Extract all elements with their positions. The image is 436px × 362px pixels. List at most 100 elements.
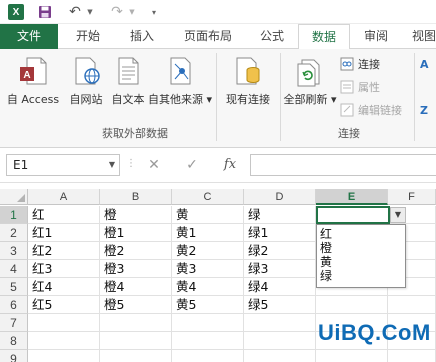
tab-formulas[interactable]: 公式 — [248, 24, 296, 49]
refresh-all-label: 全部刷新 ▾ — [283, 93, 337, 106]
grid-cell[interactable] — [100, 332, 172, 350]
grid-cell[interactable] — [316, 296, 388, 314]
grid-cell[interactable] — [316, 350, 388, 362]
excel-logo: X — [8, 4, 24, 20]
cancel-entry-button[interactable]: ✕ — [142, 154, 166, 176]
column-header-b[interactable]: B — [100, 189, 172, 205]
formula-bar-splitter-icon[interactable]: ⋮ — [126, 158, 136, 169]
insert-function-button[interactable]: fx — [218, 154, 242, 176]
grid-cell[interactable]: 红 — [28, 206, 100, 224]
grid-cell[interactable]: 黄2 — [172, 242, 244, 260]
undo-dropdown-icon[interactable]: ▼ — [86, 4, 94, 20]
title-bar: X ↶ ▼ ↷ ▼ ▾ — [0, 0, 436, 24]
grid-cell[interactable] — [244, 350, 316, 362]
grid-cell[interactable]: 黄3 — [172, 260, 244, 278]
tab-file[interactable]: 文件 — [0, 24, 58, 49]
grid-cell[interactable] — [28, 332, 100, 350]
grid-cell[interactable]: 黄4 — [172, 278, 244, 296]
grid-cell[interactable] — [100, 350, 172, 362]
enter-entry-button[interactable]: ✓ — [180, 154, 204, 176]
tab-insert[interactable]: 插入 — [116, 24, 168, 49]
grid-cell[interactable]: 红2 — [28, 242, 100, 260]
formula-input[interactable] — [250, 154, 436, 176]
active-cell-e1[interactable] — [316, 206, 390, 224]
grid-cell[interactable]: 绿2 — [244, 242, 316, 260]
save-icon[interactable] — [38, 4, 52, 20]
tab-page-layout[interactable]: 页面布局 — [172, 24, 244, 49]
row-header-3[interactable]: 3 — [0, 242, 28, 260]
from-text-button[interactable]: 自文本 — [108, 55, 148, 107]
column-header-d[interactable]: D — [244, 189, 316, 205]
dropdown-option[interactable]: 红 — [317, 227, 405, 241]
grid-cell[interactable] — [28, 350, 100, 362]
existing-connections-label: 现有连接 — [226, 93, 270, 106]
dropdown-option[interactable]: 绿 — [317, 269, 405, 283]
tab-data[interactable]: 数据 — [298, 24, 350, 50]
from-web-button[interactable]: 自网站 — [64, 55, 108, 107]
chevron-down-icon[interactable]: ▼ — [109, 155, 115, 175]
grid-cell[interactable] — [172, 314, 244, 332]
row-header-9[interactable]: 9 — [0, 350, 28, 362]
customize-qat-icon[interactable]: ▾ — [148, 4, 160, 20]
watermark: UiBQ.CoM — [318, 320, 431, 345]
row-header-5[interactable]: 5 — [0, 278, 28, 296]
grid-cell[interactable]: 绿3 — [244, 260, 316, 278]
redo-icon[interactable]: ↷ — [108, 4, 126, 20]
sort-ascending-icon[interactable]: A — [420, 55, 429, 73]
connections-button[interactable]: 连接 — [340, 55, 380, 73]
dropdown-option[interactable]: 黄 — [317, 255, 405, 269]
grid-cell[interactable]: 橙1 — [100, 224, 172, 242]
grid-cell[interactable] — [244, 332, 316, 350]
row-header-6[interactable]: 6 — [0, 296, 28, 314]
grid-cell[interactable]: 橙 — [100, 206, 172, 224]
name-box[interactable]: E1 ▼ — [6, 154, 120, 176]
row-header-7[interactable]: 7 — [0, 314, 28, 332]
redo-dropdown-icon[interactable]: ▼ — [128, 4, 136, 20]
cell-dropdown-arrow-icon[interactable]: ▼ — [390, 207, 406, 223]
grid-cell[interactable] — [388, 296, 436, 314]
tab-home[interactable]: 开始 — [62, 24, 114, 49]
grid-cell[interactable]: 黄 — [172, 206, 244, 224]
from-other-sources-button[interactable]: 自其他来源 ▾ — [148, 55, 212, 107]
column-header-c[interactable]: C — [172, 189, 244, 205]
edit-links-button[interactable]: 编辑链接 — [340, 101, 402, 119]
tab-view[interactable]: 视图 — [404, 24, 436, 49]
grid-cell[interactable] — [28, 314, 100, 332]
grid-cell[interactable] — [172, 332, 244, 350]
existing-connections-button[interactable]: 现有连接 — [220, 55, 276, 107]
grid-cell[interactable]: 红4 — [28, 278, 100, 296]
column-header-e[interactable]: E — [316, 189, 388, 205]
grid-cell[interactable]: 黄1 — [172, 224, 244, 242]
grid-cell[interactable]: 橙5 — [100, 296, 172, 314]
grid-cell[interactable]: 绿1 — [244, 224, 316, 242]
dropdown-option[interactable]: 橙 — [317, 241, 405, 255]
grid-cell[interactable]: 橙2 — [100, 242, 172, 260]
grid-cell[interactable]: 红1 — [28, 224, 100, 242]
select-all-button[interactable] — [0, 189, 28, 205]
from-access-button[interactable]: A 自 Access — [2, 55, 64, 107]
grid-cell[interactable]: 橙4 — [100, 278, 172, 296]
grid-cell[interactable]: 绿5 — [244, 296, 316, 314]
grid-cell[interactable] — [100, 314, 172, 332]
grid-cell[interactable] — [244, 314, 316, 332]
grid-cell[interactable]: 绿4 — [244, 278, 316, 296]
name-box-value: E1 — [13, 158, 29, 172]
row-header-8[interactable]: 8 — [0, 332, 28, 350]
grid-cell[interactable]: 红5 — [28, 296, 100, 314]
row-header-2[interactable]: 2 — [0, 224, 28, 242]
sort-descending-icon[interactable]: Z — [420, 101, 428, 119]
row-header-4[interactable]: 4 — [0, 260, 28, 278]
properties-button[interactable]: 属性 — [340, 78, 380, 96]
refresh-all-button[interactable]: 全部刷新 ▾ — [282, 55, 338, 107]
grid-cell[interactable]: 绿 — [244, 206, 316, 224]
grid-cell[interactable]: 黄5 — [172, 296, 244, 314]
tab-review[interactable]: 审阅 — [352, 24, 400, 49]
column-header-a[interactable]: A — [28, 189, 100, 205]
undo-icon[interactable]: ↶ — [66, 4, 84, 20]
column-header-f[interactable]: F — [388, 189, 436, 205]
row-header-1[interactable]: 1 — [0, 206, 28, 224]
grid-cell[interactable]: 红3 — [28, 260, 100, 278]
grid-cell[interactable] — [388, 350, 436, 362]
grid-cell[interactable] — [172, 350, 244, 362]
grid-cell[interactable]: 橙3 — [100, 260, 172, 278]
